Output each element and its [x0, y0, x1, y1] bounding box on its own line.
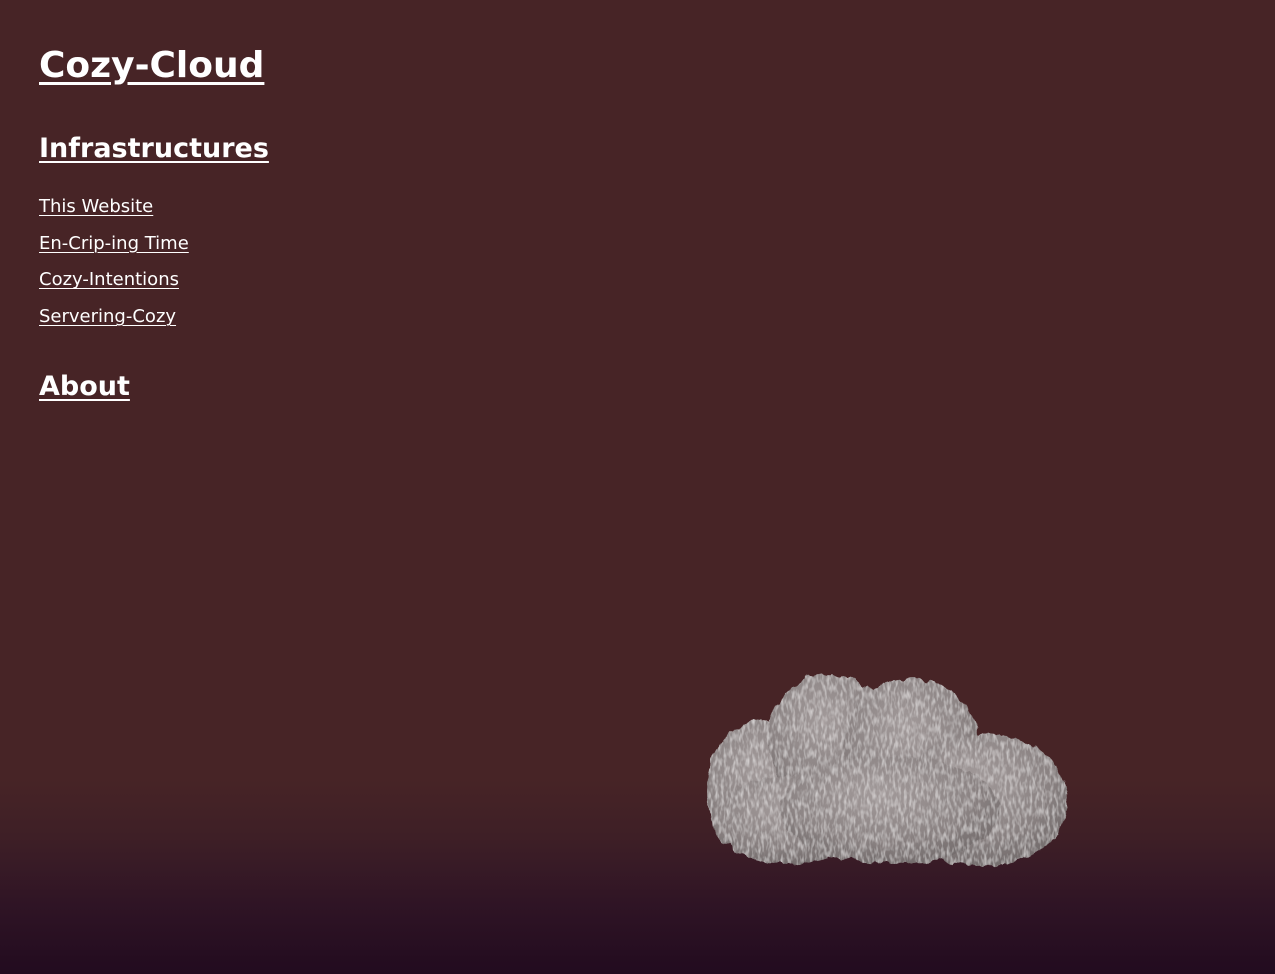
infrastructures-heading: Infrastructures — [39, 133, 269, 165]
nav-link-en-crip-ing-time[interactable]: En-Crip-ing Time — [39, 233, 189, 254]
nav-link-this-website[interactable]: This Website — [39, 196, 153, 217]
infrastructures-link[interactable]: Infrastructures — [39, 133, 269, 164]
site-title: Cozy-Cloud — [39, 44, 264, 88]
about-heading: About — [39, 371, 130, 403]
site-title-link[interactable]: Cozy-Cloud — [39, 45, 264, 86]
list-item: Cozy-Intentions — [39, 269, 189, 306]
about-link[interactable]: About — [39, 371, 130, 402]
list-item: This Website — [39, 196, 189, 233]
fluffy-cloud-icon — [706, 674, 1068, 866]
list-item: Servering-Cozy — [39, 306, 189, 343]
nav-link-servering-cozy[interactable]: Servering-Cozy — [39, 306, 176, 327]
infrastructures-list: This Website En-Crip-ing Time Cozy-Inten… — [39, 196, 189, 343]
nav-link-cozy-intentions[interactable]: Cozy-Intentions — [39, 269, 179, 290]
list-item: En-Crip-ing Time — [39, 233, 189, 270]
